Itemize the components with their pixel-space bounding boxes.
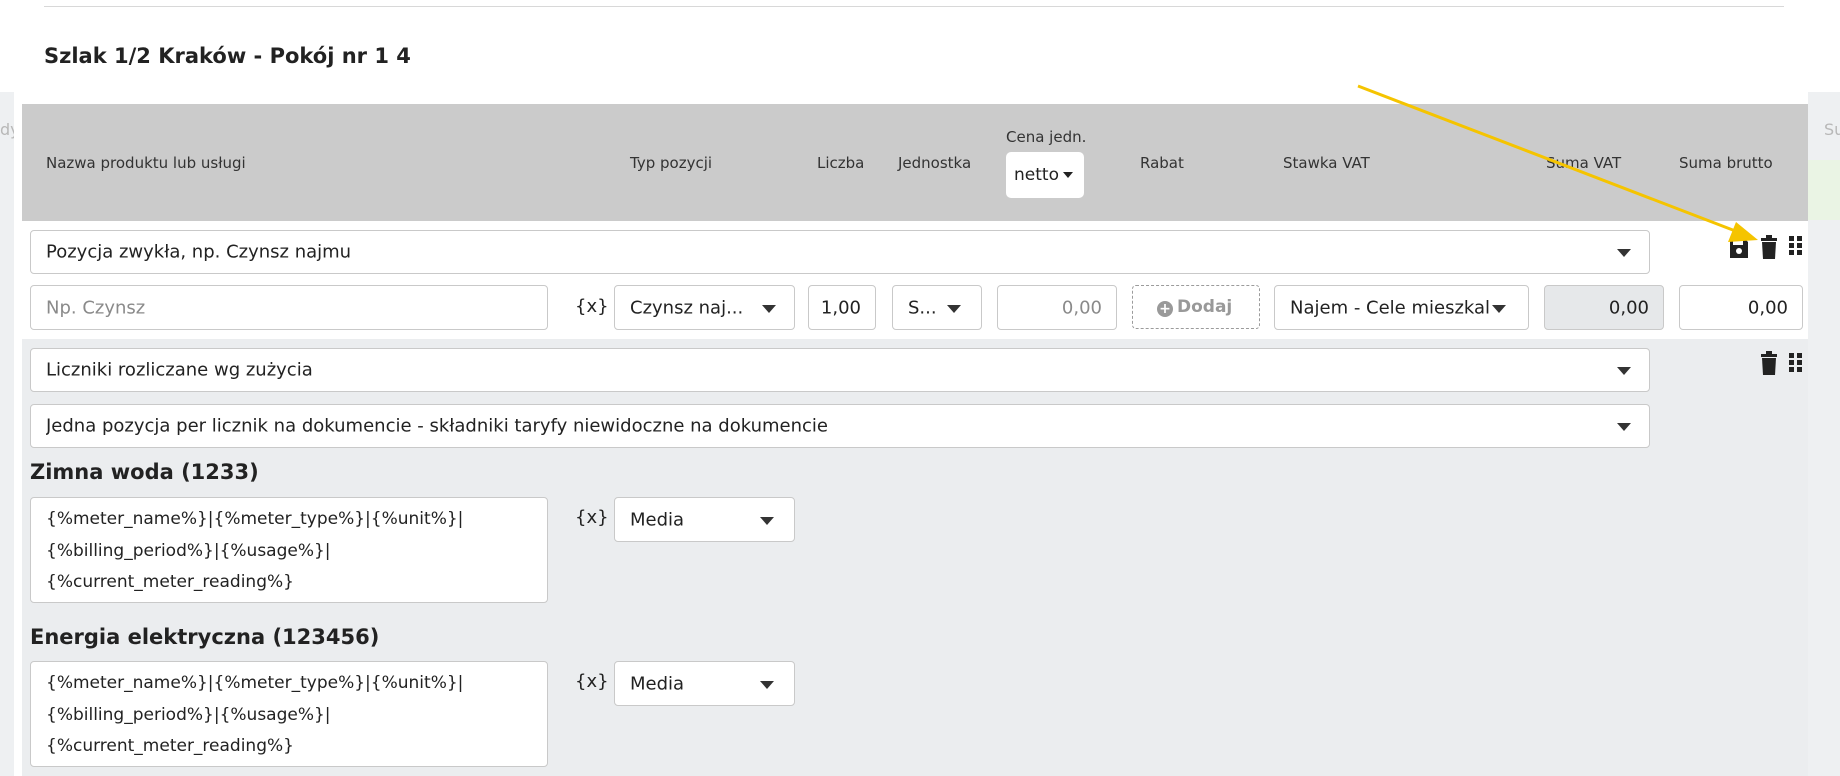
page-title: Szlak 1/2 Kraków - Pokój nr 1 4 — [44, 44, 411, 68]
row-kind-select[interactable]: Liczniki rozliczane wg zużycia — [30, 348, 1650, 392]
add-discount-content: + Dodaj — [1157, 297, 1232, 317]
insert-variable-button[interactable]: {x} — [575, 671, 609, 692]
add-discount-label: Dodaj — [1177, 297, 1233, 317]
column-header-vat-sum: Suma VAT — [1546, 154, 1622, 172]
row-kind-value: Liczniki rozliczane wg zużycia — [46, 359, 313, 381]
meter-type-value: Media — [630, 509, 685, 530]
meter-type-select[interactable]: Media — [614, 661, 795, 706]
plus-circle-icon: + — [1157, 301, 1173, 317]
row-kind-select[interactable]: Pozycja zwykła, np. Czynsz najmu — [30, 230, 1650, 274]
chevron-down-icon — [1617, 367, 1631, 375]
insert-variable-button[interactable]: {x} — [575, 507, 609, 528]
column-header-discount: Rabat — [1140, 154, 1184, 172]
unit-price-input[interactable]: 0,00 — [997, 285, 1117, 330]
meter-template-text: {%meter_name%}|{%meter_type%}|{%unit%}| … — [46, 668, 463, 763]
template-line: {%meter_name%}|{%meter_type%}|{%unit%}| — [46, 673, 464, 693]
column-header-vat-rate: Stawka VAT — [1283, 154, 1370, 172]
price-mode-select[interactable]: netto — [1006, 152, 1084, 198]
vat-rate-value: Najem - Cele mieszkal — [1290, 297, 1491, 318]
invoice-row-regular: Pozycja zwykła, np. Czynsz najmu Np. Czy… — [22, 221, 1808, 339]
vat-sum-value: 0,00 — [1608, 297, 1649, 318]
unit-value: S... — [908, 297, 937, 318]
meter-type-value: Media — [630, 673, 685, 694]
column-header-name: Nazwa produktu lub usługi — [46, 154, 246, 172]
chevron-down-icon — [1617, 423, 1631, 431]
trash-icon[interactable] — [1760, 351, 1778, 375]
drag-handle-icon[interactable] — [1789, 236, 1803, 256]
vat-rate-select[interactable]: Najem - Cele mieszkal — [1274, 285, 1529, 330]
template-line: {%current_meter_reading%} — [46, 572, 294, 592]
save-icon[interactable] — [1729, 237, 1749, 259]
meter-mode-value: Jedna pozycja per licznik na dokumencie … — [46, 415, 829, 437]
meter-type-select[interactable]: Media — [614, 497, 795, 542]
meter-template-textarea[interactable]: {%meter_name%}|{%meter_type%}|{%unit%}| … — [30, 497, 548, 603]
vat-sum-field: 0,00 — [1544, 285, 1664, 330]
gross-sum-value: 0,00 — [1747, 297, 1788, 318]
meter-title: Energia elektryczna (123456) — [30, 625, 380, 649]
invoice-items-modal: Szlak 1/2 Kraków - Pokój nr 1 4 Nazwa pr… — [14, 0, 1808, 776]
template-line: {%billing_period%}|{%usage%}| — [46, 704, 331, 725]
price-mode-value: netto — [1014, 165, 1059, 185]
chevron-down-icon — [760, 516, 774, 525]
item-type-select[interactable]: Czynsz naj... — [614, 285, 795, 330]
item-name-placeholder: Np. Czynsz — [46, 297, 146, 318]
row-kind-value: Pozycja zwykła, np. Czynsz najmu — [46, 241, 352, 263]
meter-title: Zimna woda (1233) — [30, 460, 259, 484]
item-type-value: Czynsz naj... — [630, 297, 744, 318]
trash-icon[interactable] — [1760, 235, 1778, 259]
item-name-input[interactable]: Np. Czynsz — [30, 285, 548, 330]
meter-template-textarea[interactable]: {%meter_name%}|{%meter_type%}|{%unit%}| … — [30, 661, 548, 767]
column-header-type: Typ pozycji — [630, 154, 713, 172]
template-line: {%billing_period%}|{%usage%}| — [46, 540, 331, 561]
insert-variable-button[interactable]: {x} — [575, 296, 609, 317]
add-discount-button[interactable]: + Dodaj — [1132, 285, 1260, 329]
column-header-qty: Liczba — [817, 154, 865, 172]
invoice-row-meters: Liczniki rozliczane wg zużycia Jedna poz… — [22, 339, 1808, 776]
chevron-down-icon — [947, 304, 961, 313]
column-header-unit: Jednostka — [898, 154, 972, 172]
unit-price-placeholder: 0,00 — [1061, 297, 1102, 318]
background-text-right: Su — [1824, 120, 1840, 139]
column-header-gross-sum: Suma brutto — [1679, 154, 1773, 172]
chevron-down-icon — [1492, 304, 1506, 313]
table-header: Nazwa produktu lub usługi Typ pozycji Li… — [22, 104, 1808, 221]
template-line: {%meter_name%}|{%meter_type%}|{%unit%}| — [46, 509, 464, 529]
quantity-value: 1,00 — [820, 297, 861, 318]
chevron-down-icon — [1062, 172, 1073, 178]
column-header-price: Cena jedn. — [1006, 128, 1087, 146]
chevron-down-icon — [762, 304, 776, 313]
meter-template-text: {%meter_name%}|{%meter_type%}|{%unit%}| … — [46, 504, 463, 599]
meter-mode-select[interactable]: Jedna pozycja per licznik na dokumencie … — [30, 404, 1650, 448]
divider — [44, 6, 1784, 7]
chevron-down-icon — [760, 680, 774, 689]
unit-select[interactable]: S... — [892, 285, 982, 330]
template-line: {%current_meter_reading%} — [46, 736, 294, 756]
gross-sum-input[interactable]: 0,00 — [1679, 285, 1803, 330]
drag-handle-icon[interactable] — [1789, 353, 1803, 373]
quantity-input[interactable]: 1,00 — [808, 285, 876, 330]
chevron-down-icon — [1617, 249, 1631, 257]
